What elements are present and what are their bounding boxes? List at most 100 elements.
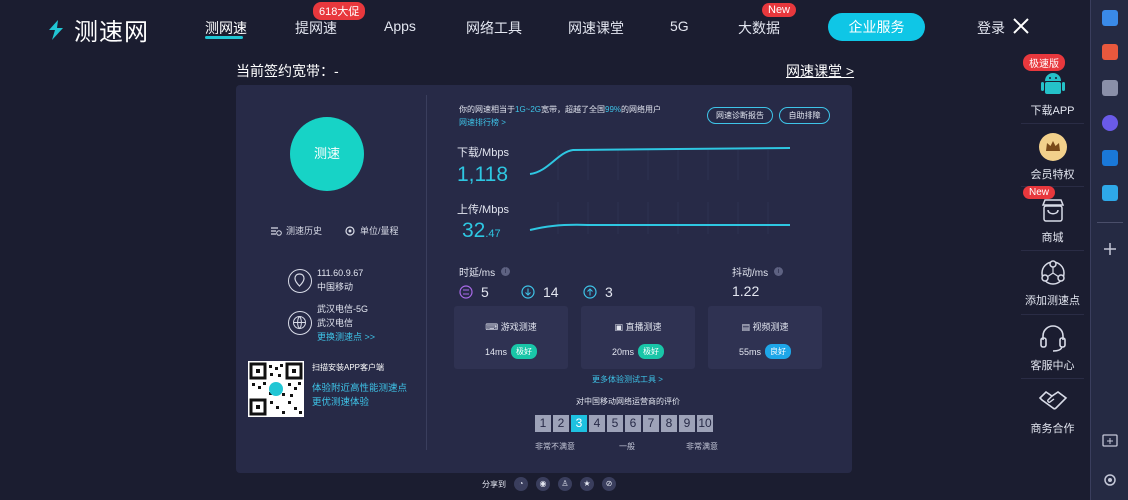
game-test-card[interactable]: ⌨ 游戏测速 14ms 极好 xyxy=(454,306,568,369)
game-test-badge: 极好 xyxy=(511,344,537,359)
add-icon[interactable] xyxy=(1103,242,1117,256)
speed-rank-link[interactable]: 网速排行榜 > xyxy=(459,117,506,128)
node-info: 武汉电信-5G 武汉电信 更换测速点 >> xyxy=(317,302,375,344)
rating-high-label: 非常满意 xyxy=(686,442,718,451)
rating-cell-6[interactable]: 6 xyxy=(625,415,641,432)
logo-text: 测速网 xyxy=(74,19,149,46)
float-separator xyxy=(1021,123,1084,124)
outlook-icon[interactable] xyxy=(1102,150,1118,166)
customer-service-item[interactable]: 客服中心 xyxy=(1021,323,1084,373)
send-icon[interactable] xyxy=(1102,185,1118,201)
shop-item[interactable]: 商城 xyxy=(1021,197,1084,245)
unit-range-link[interactable]: 单位/量程 xyxy=(344,224,399,237)
download-graph xyxy=(529,147,791,180)
live-test-card[interactable]: ▣ 直播测速 20ms 极好 xyxy=(581,306,695,369)
jitter-info-icon[interactable]: i xyxy=(774,267,784,276)
customer-service-label: 客服中心 xyxy=(1030,360,1075,372)
video-test-result: 55ms 良好 xyxy=(708,344,822,359)
ping-icon xyxy=(459,285,473,299)
rating-cell-10[interactable]: 10 xyxy=(697,415,713,432)
jitter-label-group: 抖动/ms i xyxy=(732,264,784,279)
enterprise-service-button[interactable]: 企业服务 xyxy=(828,13,925,41)
diagnosis-report-button[interactable]: 网速诊断报告 xyxy=(707,107,773,124)
nav-big-data[interactable]: 大数据 xyxy=(738,18,780,38)
qq-icon[interactable]: ♙ xyxy=(558,477,572,491)
business-item[interactable]: 商务合作 xyxy=(1021,386,1084,436)
speed-description: 你的网速相当于1G~2G宽带，超越了全国99%的网络用户 xyxy=(459,104,661,115)
upload-value: 32.47 xyxy=(462,219,501,243)
desc-pct: 99% xyxy=(605,105,622,114)
qzone-icon[interactable]: ★ xyxy=(580,477,594,491)
rating-cell-5[interactable]: 5 xyxy=(607,415,623,432)
self-check-button[interactable]: 自助排障 xyxy=(779,107,830,124)
video-icon: ▤ xyxy=(741,322,750,332)
app-qr-code xyxy=(248,361,304,417)
nav-badge-618: 618大促 xyxy=(313,2,366,20)
store-icon xyxy=(1041,199,1064,222)
node-name: 武汉电信-5G xyxy=(317,304,369,314)
wechat-icon[interactable]: ◔ xyxy=(514,477,528,491)
qr-line-1: 体验附近高性能测速点 xyxy=(312,383,408,394)
qr-title: 扫描安装APP客户端 xyxy=(312,363,385,372)
close-icon[interactable] xyxy=(1011,16,1031,36)
rating-cell-3[interactable]: 3 xyxy=(571,415,587,432)
toolbox-icon[interactable] xyxy=(1102,44,1118,60)
game-test-result: 14ms 极好 xyxy=(454,344,568,359)
nav-network-tools[interactable]: 网络工具 xyxy=(466,18,522,38)
upload-int: 32 xyxy=(462,219,486,242)
desc-mid: 宽带，超越了全国 xyxy=(541,105,606,114)
screenshot-icon[interactable] xyxy=(1102,433,1118,449)
more-tests-link[interactable]: 更多体验测试工具 > xyxy=(592,374,663,385)
browser-side-dock xyxy=(1090,0,1128,500)
change-node-link[interactable]: 更换测速点 >> xyxy=(317,330,375,344)
rating-cell-7[interactable]: 7 xyxy=(643,415,659,432)
nav-speed-up[interactable]: 提网速 xyxy=(295,18,337,38)
panel-divider xyxy=(426,95,427,450)
contract-bandwidth: 当前签约宽带：- xyxy=(236,63,339,79)
tag-icon[interactable] xyxy=(1102,10,1118,26)
globe-icon xyxy=(288,311,312,335)
rating-cell-8[interactable]: 8 xyxy=(661,415,677,432)
chess-icon[interactable] xyxy=(1102,80,1118,96)
login-link[interactable]: 登录 xyxy=(977,18,1005,38)
speed-course-link[interactable]: 网速课堂 > xyxy=(786,61,854,81)
dock-separator xyxy=(1097,222,1123,223)
desc-prefix: 你的网速相当于 xyxy=(459,105,515,114)
headset-icon xyxy=(1039,325,1066,352)
nav-speed-course[interactable]: 网速课堂 xyxy=(568,18,624,38)
history-icon xyxy=(271,226,282,236)
qr-line-2: 更优测速体验 xyxy=(312,397,370,408)
handshake-icon xyxy=(1038,390,1067,410)
ip-address: 111.60.9.67 xyxy=(317,268,364,278)
add-node-item[interactable]: 添加测速点 xyxy=(1021,258,1084,308)
qr-description: 体验附近高性能测速点 更优测速体验 xyxy=(312,382,407,410)
rating-cell-1[interactable]: 1 xyxy=(535,415,551,432)
rating-cell-2[interactable]: 2 xyxy=(553,415,569,432)
vip-item[interactable]: 会员特权 xyxy=(1021,132,1084,182)
nav-5g[interactable]: 5G xyxy=(670,18,689,34)
float-separator xyxy=(1021,314,1084,315)
latency-down: 14 xyxy=(521,284,559,300)
float-separator xyxy=(1021,250,1084,251)
latency-info-icon[interactable]: i xyxy=(501,267,511,276)
rating-cell-4[interactable]: 4 xyxy=(589,415,605,432)
crown-icon xyxy=(1038,133,1067,161)
start-speed-test-button[interactable]: 测速 xyxy=(290,117,364,191)
history-link[interactable]: 测速历史 xyxy=(270,224,322,237)
unit-range-label: 单位/量程 xyxy=(360,226,399,236)
live-test-title: ▣ 直播测速 xyxy=(614,322,662,332)
live-stream-icon: ▣ xyxy=(614,322,623,332)
desc-suffix: 的网络用户 xyxy=(621,105,662,114)
ip-location-icon xyxy=(288,269,312,293)
link-icon[interactable]: ⊘ xyxy=(602,477,616,491)
nav-apps[interactable]: Apps xyxy=(384,18,416,34)
weibo-icon[interactable]: ◉ xyxy=(536,477,550,491)
video-test-card[interactable]: ▤ 视频测速 55ms 良好 xyxy=(708,306,822,369)
settings-icon[interactable] xyxy=(1102,472,1118,488)
logo[interactable]: 测速网 xyxy=(44,12,149,47)
rating-cell-9[interactable]: 9 xyxy=(679,415,695,432)
copilot-icon[interactable] xyxy=(1102,115,1118,131)
download-app-item[interactable]: 下载APP xyxy=(1021,70,1084,118)
nav-speed-test[interactable]: 测网速 xyxy=(205,18,247,38)
network-node-icon xyxy=(1040,260,1065,285)
